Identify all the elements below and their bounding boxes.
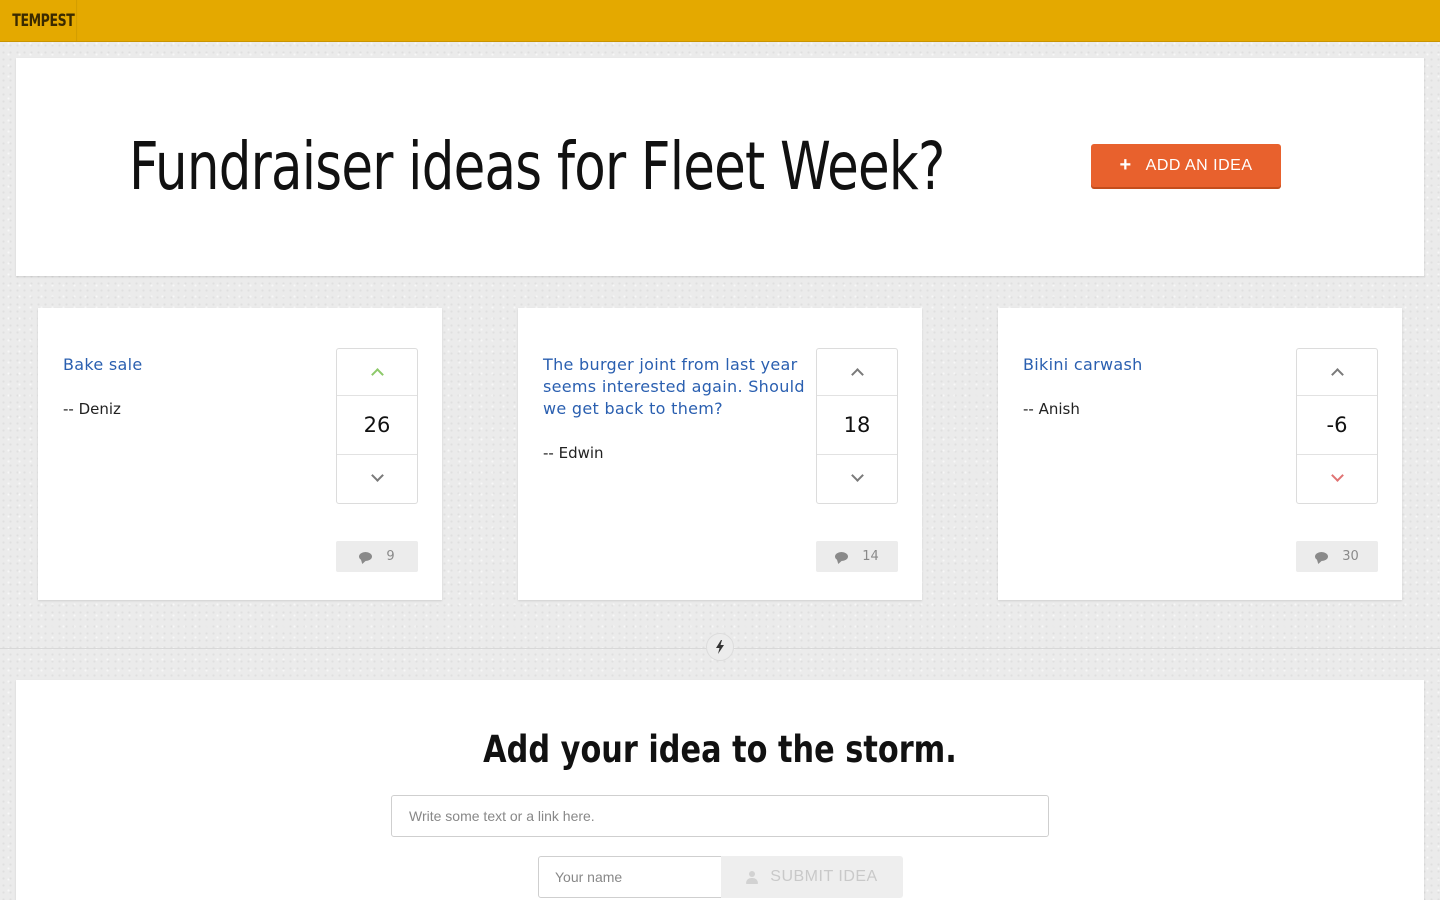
upvote-button[interactable]	[337, 349, 417, 396]
idea-author: -- Deniz	[63, 400, 121, 418]
idea-card: The burger joint from last year seems in…	[518, 308, 922, 600]
submit-idea-button-label: SUBMIT IDEA	[770, 868, 878, 885]
add-idea-button-label: ADD AN IDEA	[1145, 156, 1253, 174]
upvote-button[interactable]	[817, 349, 897, 396]
user-icon	[746, 870, 759, 884]
idea-card: Bake sale -- Deniz 26 9	[38, 308, 442, 600]
lightning-bolt-icon	[716, 640, 724, 654]
add-idea-button[interactable]: + ADD AN IDEA	[1091, 144, 1281, 187]
comment-count: 30	[1342, 549, 1359, 564]
comments-button[interactable]: 30	[1296, 541, 1378, 572]
brand-logo[interactable]: TEMPEST	[0, 0, 78, 41]
idea-author: -- Anish	[1023, 400, 1080, 418]
name-input[interactable]	[538, 856, 722, 898]
comment-icon	[1315, 552, 1329, 561]
submit-title: Add your idea to the storm.	[483, 728, 957, 771]
idea-text[interactable]: The burger joint from last year seems in…	[543, 354, 813, 420]
top-navigation-bar: TEMPEST	[0, 0, 1440, 42]
idea-text[interactable]: Bake sale	[63, 354, 333, 376]
divider-badge	[706, 633, 734, 661]
comments-button[interactable]: 9	[336, 541, 418, 572]
vote-score: -6	[1326, 413, 1348, 437]
chevron-down-icon	[370, 469, 384, 482]
page-title: Fundraiser ideas for Fleet Week?	[129, 128, 945, 205]
comments-button[interactable]: 14	[816, 541, 898, 572]
vote-widget: -6	[1296, 348, 1378, 504]
idea-card: Bikini carwash -- Anish -6 30	[998, 308, 1402, 600]
vote-widget: 26	[336, 348, 418, 504]
downvote-button[interactable]	[817, 454, 897, 501]
chevron-down-icon	[1330, 469, 1344, 482]
vote-score: 26	[363, 413, 391, 437]
chevron-up-icon	[850, 368, 864, 381]
upvote-button[interactable]	[1297, 349, 1377, 396]
comment-count: 9	[386, 549, 395, 564]
idea-author: -- Edwin	[543, 444, 604, 462]
comment-count: 14	[862, 549, 879, 564]
chevron-up-icon	[370, 368, 384, 381]
question-header-panel: Fundraiser ideas for Fleet Week? + ADD A…	[16, 58, 1424, 276]
downvote-button[interactable]	[337, 454, 417, 501]
vote-widget: 18	[816, 348, 898, 504]
vote-score: 18	[843, 413, 871, 437]
submit-idea-button[interactable]: SUBMIT IDEA	[721, 856, 903, 898]
comment-icon	[835, 552, 849, 561]
downvote-button[interactable]	[1297, 454, 1377, 501]
idea-text[interactable]: Bikini carwash	[1023, 354, 1293, 376]
submit-idea-panel: Add your idea to the storm. SUBMIT IDEA	[16, 680, 1424, 900]
plus-icon: +	[1119, 153, 1132, 176]
chevron-up-icon	[1330, 368, 1344, 381]
idea-text-input[interactable]	[391, 795, 1049, 837]
comment-icon	[359, 552, 373, 561]
chevron-down-icon	[850, 469, 864, 482]
